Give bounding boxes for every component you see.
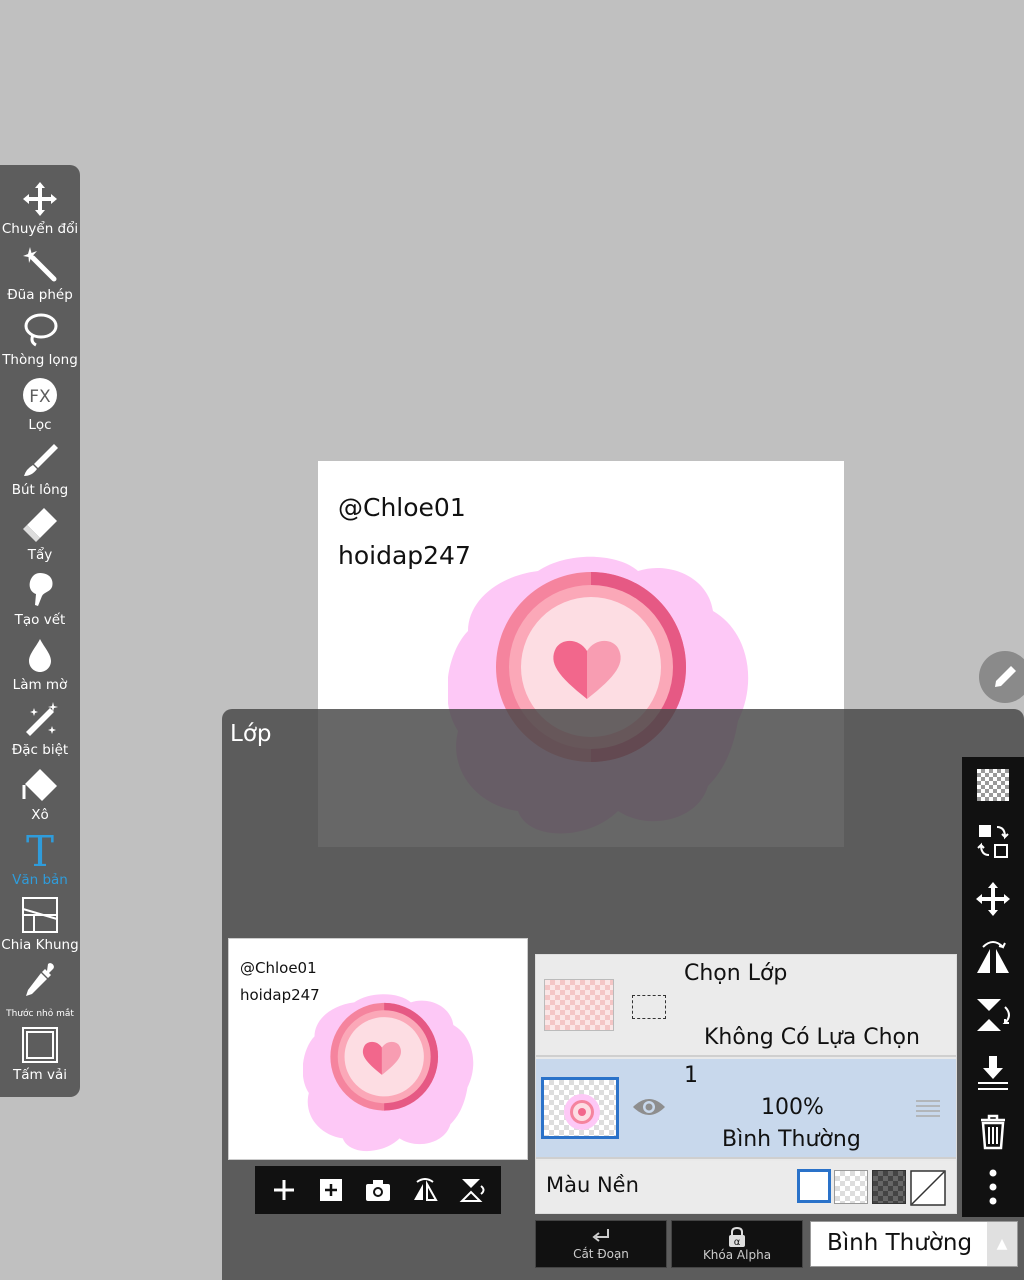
tool-label: Chia Khung (1, 937, 79, 953)
blend-mode-value: Bình Thường (827, 1230, 973, 1256)
tool-filter[interactable]: FX Lọc (0, 373, 80, 438)
lasso-icon (24, 313, 58, 347)
tool-canvas[interactable]: Tấm vải (0, 1023, 80, 1088)
tool-smudge[interactable]: Tạo vết (0, 568, 80, 633)
eraser-icon (23, 508, 57, 542)
alpha-lock-label: Khóa Alpha (702, 1248, 772, 1262)
frame-divider-icon (22, 897, 58, 933)
selection-layer-row[interactable]: Chọn Lớp Không Có Lựa Chọn (536, 955, 956, 1057)
smudge-icon (29, 573, 53, 606)
alpha-lock-button[interactable]: α Khóa Alpha (671, 1220, 803, 1268)
tool-label: Tạo vết (14, 612, 66, 628)
layer-actions-toolbar (255, 1166, 501, 1214)
tool-label: Đũa phép (7, 287, 73, 303)
bg-transparent-dark-swatch[interactable] (872, 1170, 906, 1204)
svg-text:α: α (734, 1237, 741, 1248)
selection-thumbnail (544, 979, 614, 1031)
tool-label: Tấm vải (13, 1067, 67, 1083)
layer-opacity: 100% (761, 1095, 824, 1120)
swap-layer-icon[interactable] (973, 821, 1013, 861)
layer-list: Chọn Lớp Không Có Lựa Chọn 1 100% Bình T… (535, 954, 957, 1214)
bg-white-swatch[interactable] (797, 1169, 831, 1203)
tool-magic-wand[interactable]: Đũa phép (0, 243, 80, 308)
special-wand-icon (26, 702, 58, 736)
eyedropper-icon (26, 963, 54, 996)
tool-text[interactable]: T Văn bản (0, 828, 80, 893)
preview-text-line1: @Chloe01 (240, 959, 317, 977)
panel-title: Lớp (230, 721, 272, 747)
tool-eyedropper[interactable]: Thước nhỏ mắt (0, 958, 80, 1023)
bg-none-swatch[interactable] (910, 1170, 946, 1206)
layer-preview: @Chloe01 hoidap247 (228, 938, 528, 1160)
selection-status: Không Có Lựa Chọn (704, 1025, 920, 1050)
visibility-eye-icon[interactable] (631, 1095, 667, 1119)
chevron-up-icon: ▲ (987, 1222, 1017, 1266)
svg-text:FX: FX (29, 387, 51, 407)
tool-label: Xô (31, 807, 49, 823)
blur-drop-icon (29, 639, 51, 672)
tool-label: Tẩy (27, 547, 53, 563)
background-color-row: Màu Nền (536, 1161, 956, 1213)
brush-icon (24, 444, 58, 476)
pencil-icon (995, 666, 1016, 687)
merge-down-icon[interactable] (973, 1053, 1013, 1093)
svg-text:T: T (26, 830, 54, 870)
blend-mode-select[interactable]: Bình Thường ▲ (810, 1221, 1018, 1267)
selection-title: Chọn Lớp (684, 961, 788, 986)
camera-icon[interactable] (364, 1176, 392, 1204)
tool-label: Văn bản (12, 872, 68, 888)
text-icon: T (26, 830, 54, 870)
fx-filter-icon: FX (23, 378, 57, 412)
tool-label: Thước nhỏ mắt (6, 1009, 74, 1019)
clip-label: Cắt Đoạn (573, 1247, 629, 1261)
layer-name: 1 (684, 1063, 698, 1088)
flip-layer-vertical-icon[interactable] (973, 995, 1013, 1035)
tool-label: Lọc (28, 417, 52, 433)
tool-label: Thòng lọng (2, 352, 78, 368)
move-layer-icon[interactable] (973, 879, 1013, 919)
flip-vertical-icon[interactable] (458, 1176, 486, 1204)
tool-sidebar: Chuyển đổi Đũa phép Thòng lọng FX Lọc Bú… (0, 165, 80, 1097)
bg-transparent-light-swatch[interactable] (834, 1170, 868, 1204)
bucket-icon (22, 769, 57, 801)
drag-handle-icon[interactable] (914, 1097, 942, 1119)
selection-marquee-icon (632, 995, 666, 1019)
tool-label: Làm mờ (12, 677, 68, 693)
tool-brush[interactable]: Bút lông (0, 438, 80, 503)
preview-artwork (303, 994, 474, 1151)
tool-transform[interactable]: Chuyển đổi (0, 177, 80, 242)
tool-label: Bút lông (11, 482, 69, 498)
tool-lasso[interactable]: Thòng lọng (0, 308, 80, 373)
canvas-icon (22, 1027, 58, 1063)
move-arrows-icon (23, 182, 57, 216)
tool-label: Chuyển đổi (1, 221, 79, 237)
magic-wand-icon (23, 247, 57, 282)
tool-label: Đặc biệt (11, 742, 69, 758)
tool-special[interactable]: Đặc biệt (0, 698, 80, 763)
transparent-layer-icon[interactable] (977, 769, 1009, 801)
layer-thumbnail (541, 1077, 619, 1139)
add-layer-icon[interactable] (270, 1176, 298, 1204)
layer-blend-mode: Bình Thường (722, 1127, 861, 1152)
alpha-lock-icon: α (729, 1226, 745, 1248)
delete-layer-icon[interactable] (973, 1111, 1013, 1151)
more-options-icon[interactable] (973, 1167, 1013, 1207)
tool-frame-divider[interactable]: Chia Khung (0, 893, 80, 958)
flip-layer-horizontal-icon[interactable] (973, 937, 1013, 977)
clip-button[interactable]: Cắt Đoạn (535, 1220, 667, 1268)
tool-blur[interactable]: Làm mờ (0, 633, 80, 698)
tool-bucket[interactable]: Xô (0, 763, 80, 828)
canvas-text-line1: @Chloe01 (338, 493, 466, 522)
tool-eraser[interactable]: Tẩy (0, 503, 80, 568)
clip-arrow-icon (592, 1229, 609, 1242)
add-layer-box-icon[interactable] (317, 1176, 345, 1204)
background-label: Màu Nền (546, 1173, 639, 1197)
layer-row-1[interactable]: 1 100% Bình Thường (536, 1059, 956, 1159)
flip-horizontal-icon[interactable] (411, 1176, 439, 1204)
layer-tools-bar (962, 757, 1024, 1217)
layer-panel: Lớp @Chloe01 hoidap247 Chọn Lớp Không Có… (222, 709, 1024, 1280)
pen-float-button[interactable] (979, 651, 1024, 703)
